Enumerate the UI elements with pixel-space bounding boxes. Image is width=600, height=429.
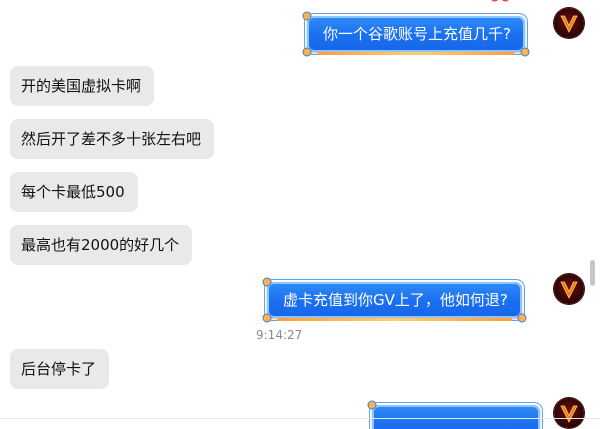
user-avatar[interactable] [554,8,584,38]
user-avatar[interactable] [554,274,584,304]
incoming-message-bubble[interactable]: 开的美国虚拟卡啊 [10,66,155,106]
incoming-message-bubble[interactable]: 后台停卡了 [10,349,110,389]
letter-v-avatar-icon [560,281,578,299]
letter-v-avatar-icon [560,405,578,423]
bubble-corner-ornament-icon [520,47,530,57]
bubble-corner-ornament-icon [302,11,312,21]
bubble-frame-accent [317,52,515,55]
letter-v-avatar-icon [560,15,578,33]
bubble-corner-ornament-icon [517,313,527,323]
chat-message-area: 你一个谷歌账号上充值几千? 开的美国虚拟卡啊 然后开了差不多十张左右吧 每个卡最… [0,0,600,429]
bubble-frame-accent [277,318,512,321]
top-decoration-fragment [491,0,509,2]
outgoing-message-bubble[interactable]: 虚卡充值到你GV上了，他如何退? [262,277,527,323]
incoming-message-text: 然后开了差不多十张左右吧 [21,130,202,148]
scrollbar-track[interactable] [590,0,596,429]
scrollbar-thumb[interactable] [590,260,595,286]
incoming-message-bubble[interactable]: 最高也有2000的好几个 [10,225,193,265]
incoming-message-text: 最高也有2000的好几个 [21,236,180,254]
outgoing-message-bubble[interactable] [367,400,543,429]
incoming-message-bubble[interactable]: 每个卡最低500 [10,172,138,212]
bubble-corner-ornament-icon [367,400,377,410]
outgoing-message-text: 虚卡充值到你GV上了，他如何退? [283,291,508,309]
bubble-corner-ornament-icon [262,313,272,323]
incoming-message-bubble[interactable]: 然后开了差不多十张左右吧 [10,119,215,159]
outgoing-message-text: 你一个谷歌账号上充值几千? [323,25,511,43]
outgoing-message-bubble[interactable]: 你一个谷歌账号上充值几千? [302,11,530,57]
message-timestamp: 9:14:27 [256,328,303,342]
incoming-message-text: 每个卡最低500 [21,183,125,201]
incoming-message-text: 开的美国虚拟卡啊 [21,77,142,95]
bubble-corner-ornament-icon [302,47,312,57]
bubble-corner-ornament-icon [262,277,272,287]
input-area-divider [0,418,600,419]
incoming-message-text: 后台停卡了 [21,360,97,378]
user-avatar[interactable] [554,398,584,428]
